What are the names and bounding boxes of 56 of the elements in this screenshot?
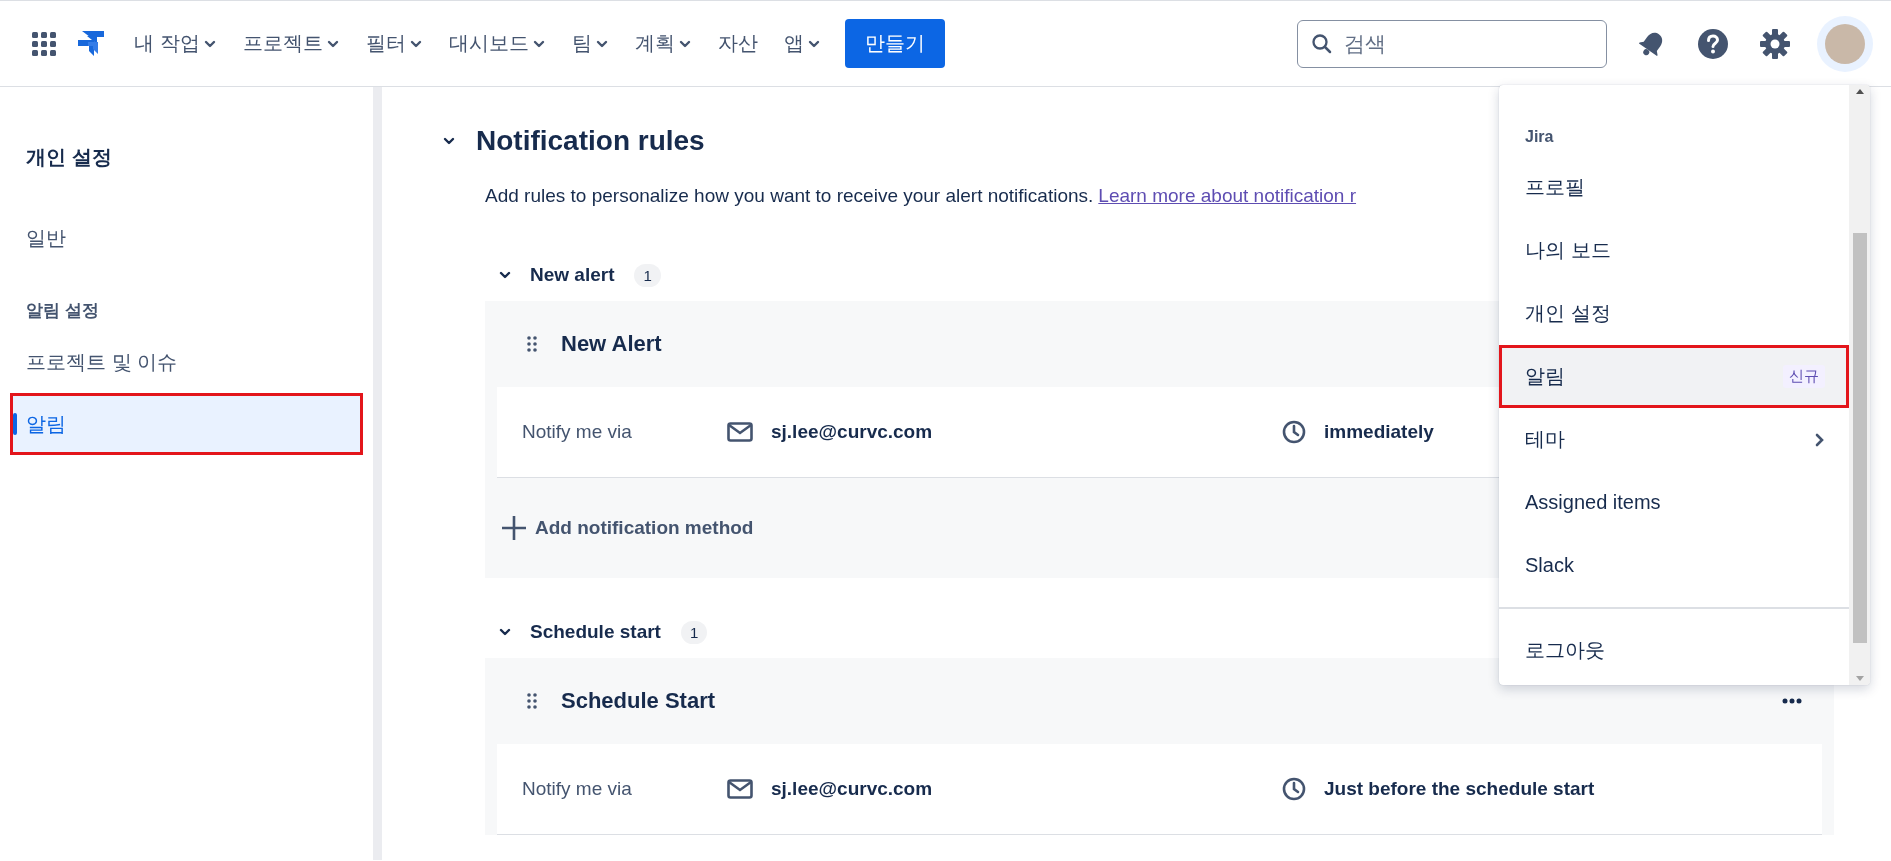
method-label: Notify me via: [522, 421, 633, 443]
sidebar-item[interactable]: 프로젝트 및 이슈: [0, 331, 363, 393]
menu-item[interactable]: Slack: [1499, 534, 1849, 597]
rule-title: Schedule Start: [561, 688, 717, 714]
section-title: Notification rules: [476, 125, 705, 157]
count-badge: 1: [680, 620, 708, 644]
create-button[interactable]: 만들기: [844, 19, 945, 68]
clock-icon: [1282, 777, 1306, 801]
add-method-button[interactable]: Add notification method: [497, 478, 754, 578]
description-text: Add rules to personalize how you want to receive your alert notifications.: [485, 185, 1094, 206]
count-badge: 1: [634, 263, 661, 287]
nav-menu-item[interactable]: 대시보드: [446, 24, 548, 63]
method-label: Notify me via: [522, 778, 633, 800]
sidebar-item[interactable]: 일반: [0, 207, 363, 269]
sidebar-item[interactable]: 알림: [10, 393, 363, 455]
plus-icon: [501, 515, 527, 541]
menu-item[interactable]: Assigned items: [1499, 471, 1849, 534]
menu-item[interactable]: 나의 보드: [1499, 219, 1849, 282]
search-field[interactable]: 검색: [1297, 19, 1607, 68]
email-address: sj.lee@curvc.com: [771, 778, 933, 800]
group-title: Schedule start: [530, 621, 661, 643]
ellipsis-icon: [1782, 698, 1802, 704]
menu-item[interactable]: 알림 신규: [1499, 345, 1849, 408]
settings-icon[interactable]: [1759, 27, 1791, 60]
chevron-right-icon: [1815, 432, 1825, 447]
timing-text: Just before the schedule start: [1324, 778, 1595, 800]
drag-handle-icon[interactable]: [527, 693, 537, 709]
scrollbar[interactable]: [1849, 85, 1870, 685]
nav-menu-item[interactable]: 필터: [363, 24, 425, 63]
menu-item[interactable]: 테마: [1499, 408, 1849, 471]
menu-section-title: Jira: [1524, 127, 1555, 147]
drag-handle-icon[interactable]: [527, 336, 537, 352]
mail-icon: [727, 779, 753, 799]
scrollbar-thumb[interactable]: [1852, 233, 1867, 643]
group-title: New alert: [530, 264, 615, 286]
sidebar-title: 개인 설정: [25, 145, 113, 170]
app-grid-icon[interactable]: [32, 31, 56, 56]
new-badge: 신규: [1783, 365, 1825, 388]
menu-item[interactable]: 프로필: [1499, 156, 1849, 219]
email-address: sj.lee@curvc.com: [771, 421, 933, 443]
help-icon[interactable]: [1697, 27, 1729, 60]
nav-menu-item[interactable]: 프로젝트: [240, 24, 342, 63]
menu-item[interactable]: 로그아웃: [1499, 619, 1849, 682]
nav-menu-item[interactable]: 내 작업: [132, 24, 219, 63]
learn-more-link[interactable]: Learn more about notification r: [1098, 185, 1357, 206]
nav-menu-item[interactable]: 자산: [715, 24, 760, 63]
timing-text: immediately: [1324, 421, 1434, 443]
rule-title: New Alert: [561, 331, 663, 357]
sidebar-heading: 알림 설정: [25, 300, 100, 322]
mail-icon: [727, 422, 753, 442]
clock-icon: [1282, 420, 1306, 444]
nav-menu-item[interactable]: 계획: [632, 24, 694, 63]
search-icon: [1311, 32, 1333, 55]
nav-menu-item[interactable]: 앱: [781, 24, 823, 63]
menu-item[interactable]: 개인 설정: [1499, 282, 1849, 345]
nav-menu-item[interactable]: 팀: [569, 24, 611, 63]
